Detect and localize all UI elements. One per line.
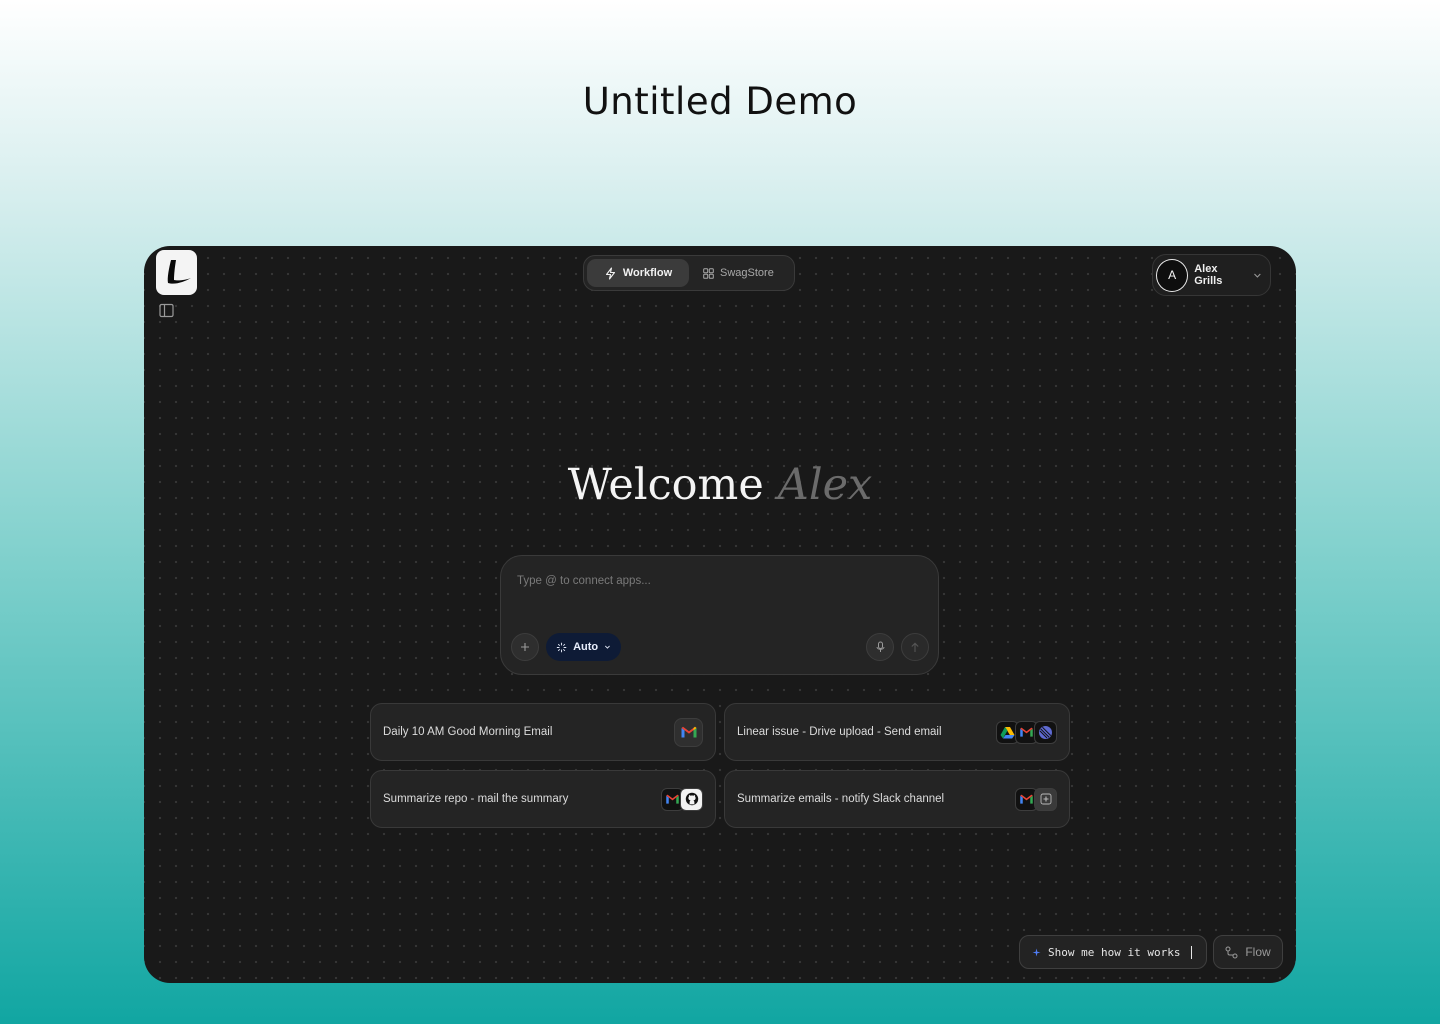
- model-label: Auto: [573, 641, 599, 653]
- flow-icon: [1225, 946, 1238, 958]
- suggestion-card[interactable]: Summarize emails - notify Slack channel: [724, 770, 1070, 828]
- send-button[interactable]: [901, 633, 929, 661]
- page-title: Untitled Demo: [582, 80, 858, 123]
- show-how-it-works-button[interactable]: Show me how it works: [1019, 935, 1207, 969]
- app-icons: [996, 720, 1057, 744]
- tab-swagstore[interactable]: SwagStore: [689, 259, 788, 287]
- guide-label: Show me how it works: [1048, 945, 1181, 959]
- flow-label: Flow: [1245, 945, 1271, 959]
- model-selector[interactable]: Auto: [546, 633, 621, 661]
- text-cursor: [1191, 945, 1193, 959]
- github-icon: [680, 787, 703, 811]
- app-window: Workflow SwagStore A Alex Grills Welcome…: [144, 246, 1296, 983]
- app-icons: [1015, 787, 1057, 811]
- suggestion-label: Linear issue - Drive upload - Send email: [737, 726, 942, 738]
- app-icons: [661, 787, 703, 811]
- avatar: A: [1156, 258, 1189, 292]
- prompt-input[interactable]: [517, 570, 917, 592]
- lightning-icon: [605, 266, 615, 280]
- add-attachment-button[interactable]: [511, 633, 539, 661]
- user-menu[interactable]: A Alex Grills: [1152, 254, 1271, 296]
- suggestion-label: Summarize emails - notify Slack channel: [737, 793, 945, 805]
- grid-icon: [703, 267, 714, 279]
- voice-input-button[interactable]: [866, 633, 894, 661]
- sparkle-icon: [1032, 948, 1041, 956]
- suggestion-card[interactable]: Linear issue - Drive upload - Send email: [724, 703, 1070, 761]
- arrow-up-icon: [911, 642, 919, 652]
- tab-workflow[interactable]: Workflow: [587, 259, 689, 287]
- sparkle-icon: [556, 642, 567, 652]
- app-icons: [674, 717, 703, 747]
- suggestion-card[interactable]: Daily 10 AM Good Morning Email: [370, 703, 716, 761]
- welcome-greeting: Welcome: [567, 460, 764, 510]
- app-logo[interactable]: [156, 250, 197, 295]
- logo-icon: [167, 259, 191, 284]
- welcome-heading: Welcome Alex: [144, 460, 1296, 510]
- chevron-down-icon: [1254, 273, 1261, 278]
- mode-switch: Workflow SwagStore: [583, 255, 795, 291]
- slack-icon: [1034, 787, 1057, 811]
- flow-button[interactable]: Flow: [1213, 935, 1283, 969]
- sidebar-toggle-icon[interactable]: [158, 302, 174, 318]
- microphone-icon: [876, 641, 884, 652]
- plus-icon: [521, 643, 529, 651]
- user-name: Alex Grills: [1194, 263, 1223, 287]
- gmail-icon: [674, 717, 703, 747]
- suggestion-label: Summarize repo - mail the summary: [383, 793, 569, 805]
- chevron-down-icon: [605, 645, 611, 649]
- tab-label: Workflow: [622, 267, 673, 279]
- tab-label: SwagStore: [720, 267, 774, 279]
- suggestion-card[interactable]: Summarize repo - mail the summary: [370, 770, 716, 828]
- suggestion-label: Daily 10 AM Good Morning Email: [383, 726, 553, 738]
- prompt-composer: Auto: [500, 555, 939, 675]
- linear-icon: [1034, 720, 1057, 744]
- welcome-name: Alex: [777, 460, 873, 510]
- suggestion-grid: Daily 10 AM Good Morning Email Linear is…: [370, 703, 1070, 828]
